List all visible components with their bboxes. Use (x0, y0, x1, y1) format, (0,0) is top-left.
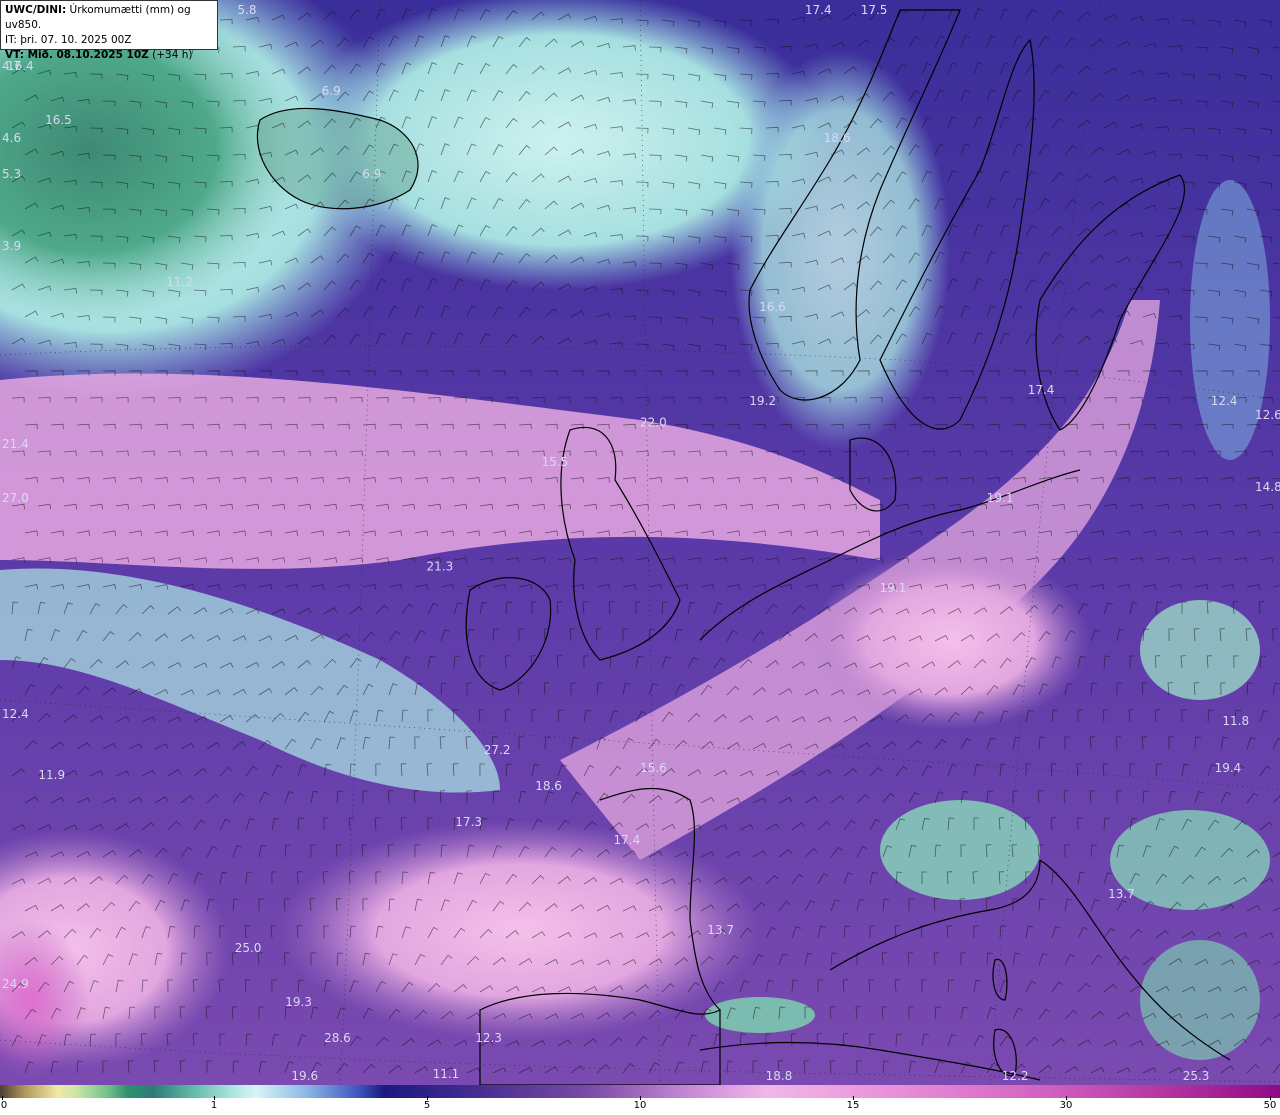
value-label: 19.2 (749, 394, 776, 408)
value-label: 11.9 (38, 768, 65, 782)
initial-time: IT: þri. 07. 10. 2025 00Z (5, 34, 132, 46)
dry-patch-italy (1140, 940, 1260, 1060)
value-label: 11.8 (1222, 714, 1249, 728)
value-label: 13.7 (1108, 887, 1135, 901)
chart-header: UWC/DINI: Úrkomumætti (mm) og uv850. IT:… (0, 0, 218, 61)
dry-patch-alps (880, 800, 1040, 900)
value-label: 14.8 (1255, 480, 1280, 494)
value-label: 13.7 (707, 923, 734, 937)
value-label: 5.8 (237, 3, 256, 17)
value-label: 12.6 (1255, 408, 1280, 422)
valid-time-rest: (+34 h) (148, 49, 193, 61)
colorbar-legend: 0 1 5 10 15 30 50 (0, 1085, 1280, 1115)
value-label: 17.4 (1028, 383, 1055, 397)
value-label: 27.2 (484, 743, 511, 757)
value-label: 18.6 (824, 131, 851, 145)
value-label: 6.9 (322, 84, 341, 98)
value-label: 5.3 (2, 167, 21, 181)
value-label: 24.9 (2, 977, 29, 991)
value-label: 12.3 (475, 1031, 502, 1045)
colorbar-tick-label: 5 (423, 1100, 431, 1111)
value-label: 17.4 (614, 833, 641, 847)
title-line: UWC/DINI: Úrkomumætti (mm) og uv850. (5, 3, 213, 33)
value-label: 19.3 (285, 995, 312, 1009)
value-label: 6.9 (362, 167, 381, 181)
value-label: 16.5 (45, 113, 72, 127)
value-label: 12.2 (1002, 1069, 1029, 1083)
colorbar-tick-label: 10 (633, 1100, 647, 1111)
colorbar-tick-label: 0 (0, 1100, 8, 1111)
value-label: 19.1 (987, 491, 1014, 505)
value-label: 25.0 (235, 941, 262, 955)
value-label: 19.6 (291, 1069, 318, 1083)
value-label: 27.0 (2, 491, 29, 505)
moist-core-central (810, 550, 1090, 730)
value-label: 15.6 (640, 761, 667, 775)
dry-patch-north-africa (705, 997, 815, 1033)
value-label: 17.4 (805, 3, 832, 17)
value-label: 18.8 (766, 1069, 793, 1083)
colorbar-tick-label: 1 (210, 1100, 218, 1111)
colorbar-tick-label: 50 (1263, 1100, 1277, 1111)
value-label: 12.4 (1211, 394, 1238, 408)
dry-patch-carpathians (1140, 600, 1260, 700)
value-label: 19.1 (880, 581, 907, 595)
value-label: 25.3 (1183, 1069, 1210, 1083)
value-label: 19.4 (1215, 761, 1242, 775)
value-label: 17.3 (455, 815, 482, 829)
value-label: 3.9 (2, 239, 21, 253)
colorbar-tick-label: 30 (1059, 1100, 1073, 1111)
value-label: 4.6 (2, 131, 21, 145)
valid-time-bold: VT: Mið. 08.10.2025 10Z (5, 49, 149, 61)
moist-core-south (280, 820, 760, 1040)
value-label: 17.5 (861, 3, 888, 17)
value-label: 11.1 (433, 1067, 460, 1081)
title-bold: UWC/DINI: (5, 4, 67, 16)
valid-time-line: VT: Mið. 08.10.2025 10Z (+34 h) (5, 48, 213, 63)
colorbar-tick-label: 15 (846, 1100, 860, 1111)
value-label: 28.6 (324, 1031, 351, 1045)
value-label: 18.6 (535, 779, 562, 793)
value-label: 22.0 (640, 415, 667, 429)
value-label: 16.6 (759, 300, 786, 314)
value-label: 21.4 (2, 437, 29, 451)
value-label: 12.4 (2, 707, 29, 721)
precipitable-water-map: 13.15.817.417.55.14.716.44.616.56.918.65… (0, 0, 1280, 1085)
dry-region-norway (730, 50, 950, 450)
value-label: 11.2 (166, 275, 193, 289)
value-label: 21.3 (427, 559, 454, 573)
value-label: 15.5 (542, 455, 569, 469)
